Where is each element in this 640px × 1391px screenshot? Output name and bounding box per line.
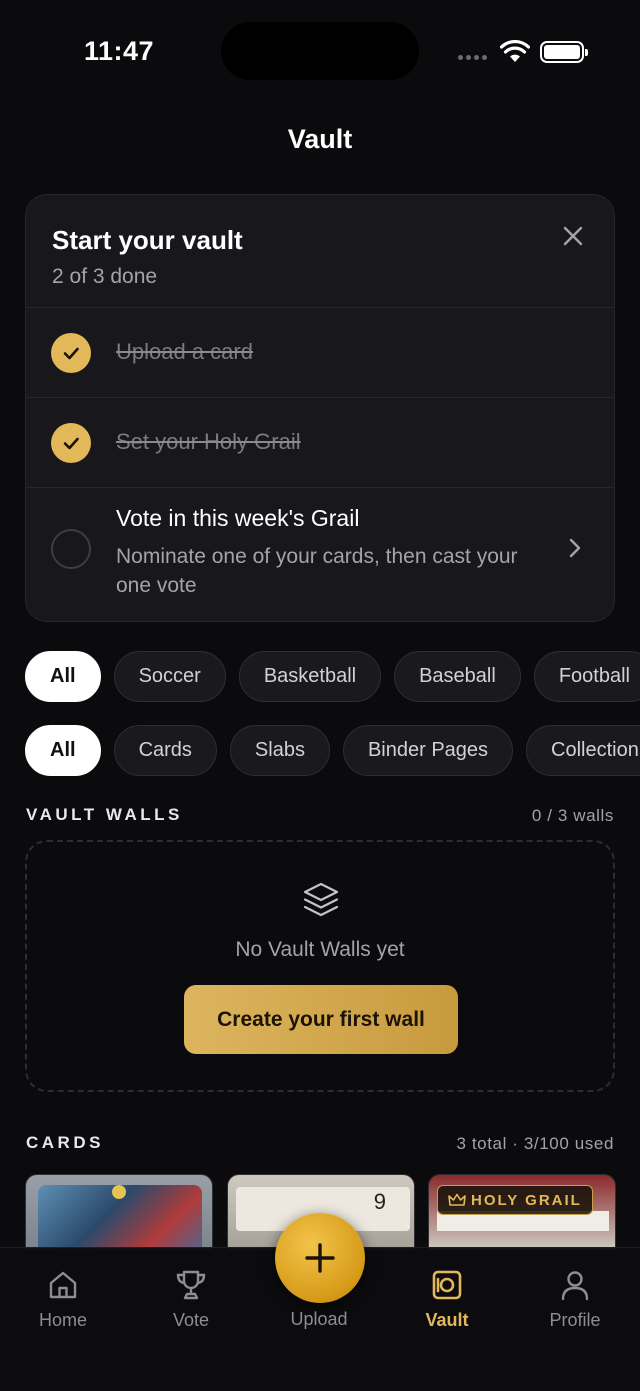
card-thumbnail[interactable]: HOLY GRAIL — [428, 1174, 616, 1250]
page-title: Vault — [287, 124, 353, 154]
holy-grail-badge: HOLY GRAIL — [437, 1185, 593, 1215]
unchecked-circle-icon — [51, 529, 91, 569]
tab-home-label: Home — [38, 1310, 87, 1330]
checklist-item-vote[interactable]: Vote in this week's Grail Nominate one o… — [26, 487, 614, 621]
tab-vote-label: Vote — [172, 1310, 210, 1330]
checklist-progress: 2 of 3 done — [52, 265, 158, 288]
close-icon[interactable] — [560, 223, 586, 249]
checklist-item-description: Nominate one of your cards, then cast yo… — [116, 545, 518, 597]
tab-home[interactable]: Home — [13, 1268, 113, 1331]
status-bar: 11:47 — [0, 0, 640, 100]
home-icon — [49, 1271, 77, 1299]
checklist-title: Start your vault — [52, 225, 243, 255]
vault-walls-heading: VAULT WALLS — [26, 805, 183, 824]
filter-chip-cards[interactable]: Cards — [113, 725, 217, 776]
vault-icon — [432, 1270, 462, 1300]
filter-chip-basketball[interactable]: Basketball — [238, 651, 382, 702]
tab-profile[interactable]: Profile — [525, 1268, 625, 1331]
filter-chip-all-types[interactable]: All — [25, 725, 101, 776]
vault-walls-empty-text: No Vault Walls yet — [235, 938, 405, 961]
slab-grade: 9 — [373, 1189, 386, 1214]
plus-icon — [305, 1243, 335, 1273]
card-thumbnail[interactable] — [25, 1174, 213, 1250]
checklist-item-upload[interactable]: Upload a card — [26, 307, 614, 397]
checklist-item-holy-grail[interactable]: Set your Holy Grail — [26, 397, 614, 487]
tab-vault[interactable]: Vault — [397, 1268, 497, 1331]
filter-chip-slabs[interactable]: Slabs — [229, 725, 330, 776]
sport-filter-bar: All Soccer Basketball Baseball Football — [0, 646, 640, 706]
crown-icon — [448, 1193, 466, 1206]
filter-chip-collection[interactable]: Collection — [526, 725, 640, 776]
vault-walls-empty-state: No Vault Walls yet Create your first wal… — [25, 840, 615, 1092]
onboarding-checklist: Start your vault 2 of 3 done Upload a ca… — [25, 194, 615, 622]
tab-vote[interactable]: Vote — [141, 1268, 241, 1331]
vault-walls-count: 0 / 3 walls — [531, 806, 614, 825]
tab-profile-label: Profile — [549, 1310, 601, 1330]
cards-summary: 3 total · 3/100 used — [456, 1134, 614, 1153]
create-wall-button[interactable]: Create your first wall — [184, 985, 458, 1054]
filter-chip-football[interactable]: Football — [533, 651, 640, 702]
chevron-right-icon — [569, 538, 581, 558]
tab-vault-label: Vault — [425, 1310, 469, 1330]
checklist-item-label: Vote in this week's Grail — [116, 505, 360, 531]
holy-grail-badge-label: HOLY GRAIL — [471, 1191, 582, 1209]
upload-button[interactable] — [275, 1213, 365, 1303]
filter-chip-soccer[interactable]: Soccer — [113, 651, 226, 702]
checkmark-icon — [51, 333, 91, 373]
wifi-icon — [500, 40, 530, 62]
dynamic-island — [221, 22, 419, 80]
cards-heading: CARDS — [26, 1133, 104, 1152]
trophy-icon — [176, 1270, 206, 1300]
cellular-signal-icon — [458, 55, 487, 60]
checklist-item-label: Set your Holy Grail — [116, 429, 301, 454]
tab-upload-label: Upload — [290, 1309, 348, 1329]
battery-icon — [540, 41, 588, 63]
type-filter-bar: All Cards Slabs Binder Pages Collection — [0, 720, 640, 780]
person-icon — [561, 1271, 589, 1301]
status-time: 11:47 — [84, 36, 155, 66]
checklist-item-label: Upload a card — [116, 339, 253, 364]
filter-chip-baseball[interactable]: Baseball — [394, 651, 521, 702]
filter-chip-binder-pages[interactable]: Binder Pages — [342, 725, 514, 776]
filter-chip-all-sports[interactable]: All — [25, 651, 101, 702]
checkmark-icon — [51, 423, 91, 463]
layers-icon — [303, 882, 339, 917]
